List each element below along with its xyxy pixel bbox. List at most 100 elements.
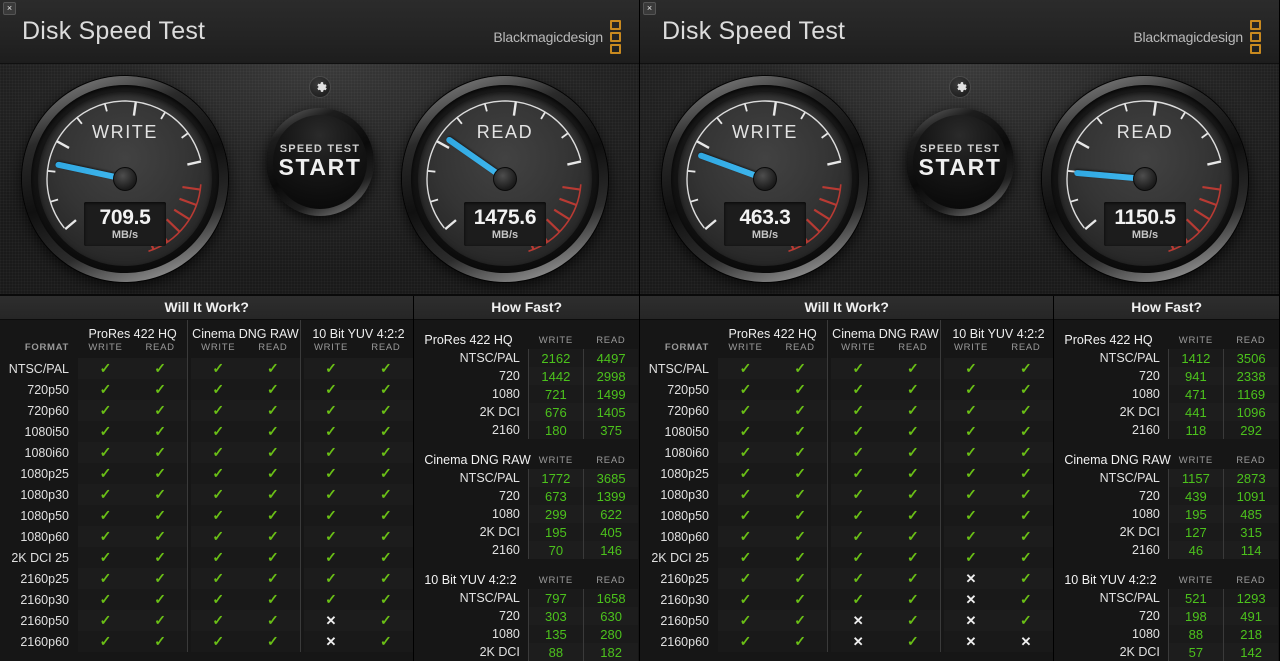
support-cell: ✓ bbox=[830, 463, 886, 484]
support-cell: ✓ bbox=[998, 568, 1054, 589]
check-icon: ✓ bbox=[794, 507, 806, 523]
resolution-cell: 720 bbox=[1139, 489, 1160, 503]
read-header-2: READ bbox=[371, 342, 401, 353]
support-cell: ✓ bbox=[718, 631, 773, 652]
speed-test-start-button[interactable]: SPEED TEST START bbox=[266, 108, 374, 216]
gauge-face: WRITE 463.3 MB/s bbox=[678, 92, 852, 266]
check-icon: ✓ bbox=[380, 633, 392, 649]
support-cell: ✓ bbox=[830, 442, 886, 463]
support-cell: ✓ bbox=[190, 505, 246, 526]
check-icon: ✓ bbox=[380, 423, 392, 439]
table-row: 2160p60 ✓ ✓ ✕ ✓ ✕ ✕ bbox=[640, 631, 1054, 652]
support-cell: ✓ bbox=[943, 547, 999, 568]
check-icon: ✓ bbox=[325, 444, 337, 460]
support-cell: ✓ bbox=[78, 505, 133, 526]
resolution-cell: 1080 bbox=[1132, 387, 1160, 401]
support-cell: ✓ bbox=[132, 358, 188, 379]
support-cell: ✓ bbox=[132, 589, 188, 610]
speed-test-control: SPEED TEST START bbox=[260, 76, 380, 216]
write-speed-cell: 135 bbox=[527, 625, 584, 643]
codec-name-0: ProRes 422 HQ bbox=[1064, 333, 1153, 347]
gear-icon[interactable] bbox=[309, 76, 331, 98]
support-cell: ✓ bbox=[718, 484, 773, 505]
speed-test-start-button[interactable]: SPEED TEST START bbox=[906, 108, 1014, 216]
brand-square-2 bbox=[610, 44, 621, 54]
check-icon: ✓ bbox=[325, 570, 337, 586]
check-icon: ✓ bbox=[99, 423, 112, 439]
support-cell: ✓ bbox=[998, 400, 1054, 421]
support-cell: ✓ bbox=[998, 526, 1054, 547]
start-button-label: START bbox=[278, 154, 362, 180]
check-icon: ✓ bbox=[1020, 423, 1032, 439]
format-cell: 1080p50 bbox=[20, 508, 69, 523]
support-cell: ✓ bbox=[190, 610, 246, 631]
how-fast-body: ProRes 422 HQ WRITE READ NTSC/PAL 2162 4497 72… bbox=[414, 320, 639, 661]
support-cell: ✓ bbox=[885, 568, 941, 589]
support-cell: ✓ bbox=[830, 526, 886, 547]
cross-icon: ✕ bbox=[325, 612, 337, 628]
support-cell: ✓ bbox=[885, 358, 941, 379]
check-icon: ✓ bbox=[99, 486, 112, 502]
format-header: FORMAT bbox=[664, 342, 709, 353]
support-cell: ✕ bbox=[998, 631, 1054, 652]
check-icon: ✓ bbox=[267, 423, 279, 439]
check-icon: ✓ bbox=[99, 507, 112, 523]
resolution-cell: 1080 bbox=[492, 387, 520, 401]
gauge-value: 463.3 bbox=[739, 206, 791, 229]
write-header-2: WRITE bbox=[538, 574, 573, 586]
gear-icon[interactable] bbox=[949, 76, 971, 98]
check-icon: ✓ bbox=[154, 423, 166, 439]
support-cell: ✓ bbox=[943, 358, 999, 379]
table-row: 2K DCI 676 1405 bbox=[418, 403, 639, 421]
check-icon: ✓ bbox=[267, 486, 279, 502]
write-speed-cell: 721 bbox=[527, 385, 584, 403]
resolution-cell: NTSC/PAL bbox=[459, 591, 520, 605]
close-icon[interactable]: × bbox=[3, 2, 16, 15]
check-icon: ✓ bbox=[380, 549, 392, 565]
check-icon: ✓ bbox=[739, 381, 752, 397]
cross-icon: ✕ bbox=[965, 633, 977, 649]
format-cell: 1080i50 bbox=[24, 424, 70, 439]
check-icon: ✓ bbox=[99, 591, 112, 607]
check-icon: ✓ bbox=[1020, 612, 1032, 628]
write-speed-cell: 2162 bbox=[527, 349, 584, 367]
table-row: 2K DCI 195 405 bbox=[418, 523, 639, 541]
cross-icon: ✕ bbox=[325, 633, 337, 649]
check-icon: ✓ bbox=[1020, 465, 1032, 481]
support-cell: ✓ bbox=[885, 421, 941, 442]
read-speed-cell: 3506 bbox=[1222, 349, 1279, 367]
write-speed-cell: 441 bbox=[1167, 403, 1224, 421]
table-row: 2K DCI 57 142 bbox=[1058, 643, 1279, 661]
gauge-deck: WRITE 709.5 MB/s SPEED TEST START READ 1475.6 M… bbox=[0, 64, 639, 296]
support-cell: ✓ bbox=[772, 631, 828, 652]
support-cell: ✓ bbox=[190, 589, 246, 610]
read-speed-cell: 1658 bbox=[582, 589, 639, 607]
check-icon: ✓ bbox=[739, 465, 752, 481]
check-icon: ✓ bbox=[907, 360, 919, 376]
write-header-2: WRITE bbox=[1178, 574, 1213, 586]
support-cell: ✓ bbox=[718, 463, 773, 484]
check-icon: ✓ bbox=[1020, 444, 1032, 460]
table-row: 2160p30 ✓ ✓ ✓ ✓ ✓ ✓ bbox=[0, 589, 414, 610]
resolution-cell: 720 bbox=[499, 489, 520, 503]
read-speed-cell: 142 bbox=[1222, 643, 1279, 661]
support-cell: ✓ bbox=[885, 463, 941, 484]
support-cell: ✓ bbox=[190, 463, 246, 484]
check-icon: ✓ bbox=[212, 591, 225, 607]
codec-group-header: Cinema DNG RAW WRITE READ bbox=[1058, 446, 1278, 469]
resolution-cell: 1080 bbox=[1132, 627, 1160, 641]
how-fast-title: How Fast? bbox=[1054, 296, 1279, 320]
format-cell: 1080p60 bbox=[20, 529, 69, 544]
table-row: 2K DCI 127 315 bbox=[1058, 523, 1279, 541]
read-speed-cell: 405 bbox=[582, 523, 639, 541]
support-cell: ✓ bbox=[885, 505, 941, 526]
table-row: 1080 721 1499 bbox=[418, 385, 639, 403]
support-cell: ✕ bbox=[943, 589, 999, 610]
resolution-cell: 2160 bbox=[1132, 423, 1160, 437]
close-icon[interactable]: × bbox=[643, 2, 656, 15]
read-speed-cell: 2873 bbox=[1222, 469, 1279, 487]
write-header-0: WRITE bbox=[728, 342, 763, 353]
support-cell: ✓ bbox=[303, 358, 359, 379]
check-icon: ✓ bbox=[794, 612, 806, 628]
table-row: 720p50 ✓ ✓ ✓ ✓ ✓ ✓ bbox=[0, 379, 414, 400]
